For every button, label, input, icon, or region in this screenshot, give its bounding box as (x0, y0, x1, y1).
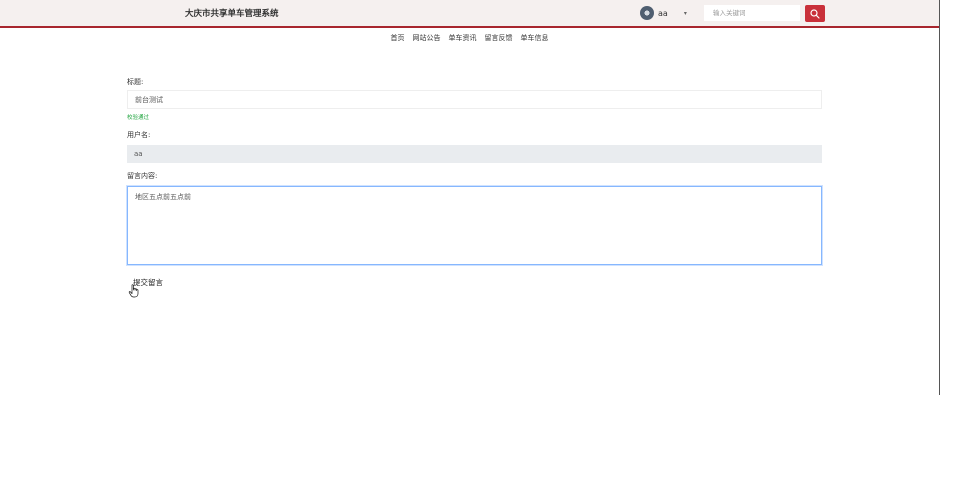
content-textarea[interactable]: 地区五点前五点前 (127, 186, 822, 265)
user-menu[interactable]: aa ▾ (640, 5, 687, 21)
chevron-down-icon[interactable]: ▾ (684, 10, 687, 17)
title-label: 标题: (127, 78, 144, 86)
nav-feedback[interactable]: 留言反馈 (485, 33, 513, 43)
header-divider (0, 26, 939, 28)
user-name[interactable]: aa (658, 9, 668, 18)
title-field[interactable] (127, 90, 822, 109)
hand-pointer-icon (128, 284, 139, 298)
nav-bike-info[interactable]: 单车信息 (521, 33, 549, 43)
username-label: 用户名: (127, 131, 151, 139)
search-button[interactable] (805, 5, 825, 22)
validation-message: 校验通过 (127, 115, 150, 121)
content-label: 留言内容: (127, 172, 158, 180)
nav-announcements[interactable]: 网站公告 (413, 33, 441, 43)
search-icon (810, 8, 820, 19)
username-field[interactable] (127, 145, 822, 163)
app-title: 大庆市共享单车管理系统 (185, 9, 279, 19)
main-nav: 首页 网站公告 单车资讯 留言反馈 单车信息 (0, 33, 939, 43)
page-scrollbar[interactable] (939, 0, 940, 395)
avatar-icon[interactable] (640, 6, 654, 20)
search-input[interactable] (704, 5, 800, 21)
nav-home[interactable]: 首页 (391, 33, 405, 43)
nav-bike-news[interactable]: 单车资讯 (449, 33, 477, 43)
